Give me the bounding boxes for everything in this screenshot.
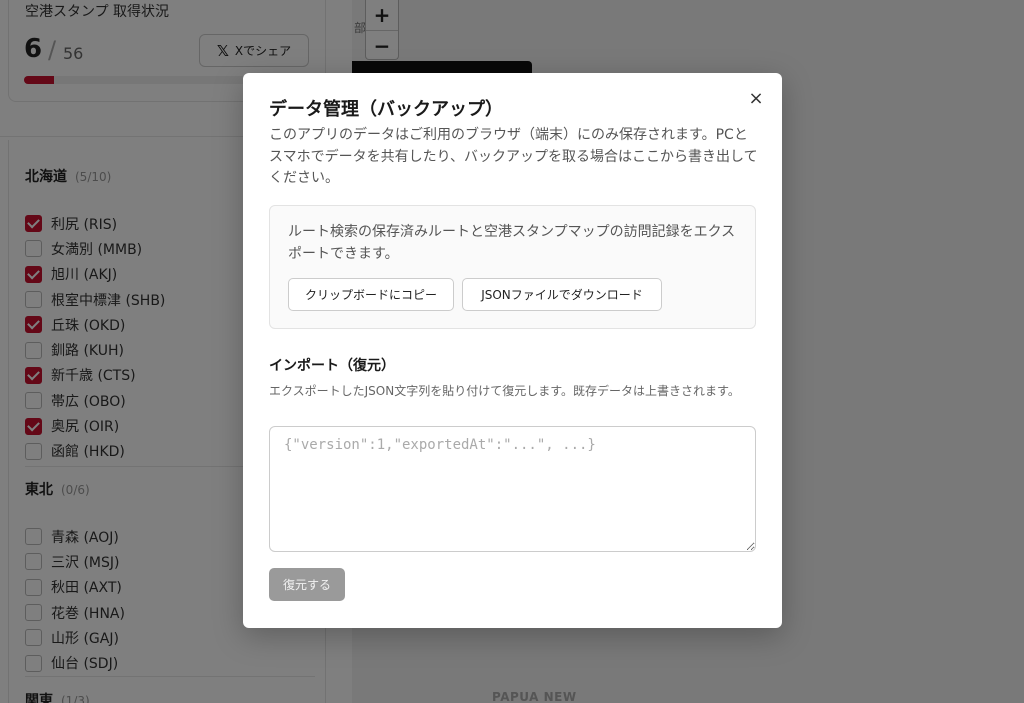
copy-to-clipboard-button[interactable]: クリップボードにコピー <box>288 278 454 311</box>
import-json-input[interactable] <box>269 426 756 552</box>
restore-button[interactable]: 復元する <box>269 568 345 601</box>
import-title: インポート（復元） <box>269 358 395 374</box>
modal-title: データ管理（バックアップ） <box>269 99 503 120</box>
export-section: ルート検索の保存済みルートと空港スタンプマップの訪問記録をエクスポートできます。… <box>269 205 756 329</box>
export-description: ルート検索の保存済みルートと空港スタンプマップの訪問記録をエクスポートできます。 <box>288 224 736 262</box>
data-management-modal: × データ管理（バックアップ） このアプリのデータはご利用のブラウザ（端末）にの… <box>243 73 782 628</box>
close-icon[interactable]: × <box>746 88 766 109</box>
modal-description: このアプリのデータはご利用のブラウザ（端末）にのみ保存されます。PCとスマホでデ… <box>269 127 758 186</box>
import-description: エクスポートしたJSON文字列を貼り付けて復元します。既存データは上書きされます… <box>269 384 740 398</box>
download-json-button[interactable]: JSONファイルでダウンロード <box>462 278 662 311</box>
